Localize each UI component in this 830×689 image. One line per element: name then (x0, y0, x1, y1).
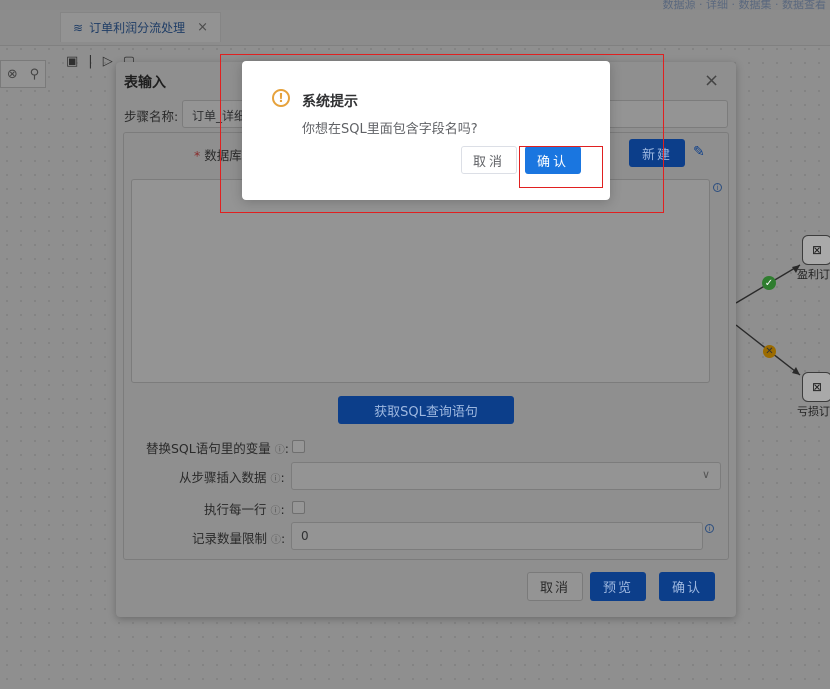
run-icon[interactable]: ▷ (103, 54, 113, 69)
execute-each-row-label: 执行每一行 ⓘ: (204, 502, 285, 517)
limit-label: 记录数量限制 ⓘ: (192, 531, 286, 546)
cancel-button[interactable]: 取消 (527, 572, 583, 601)
preview-button[interactable]: 预览 (590, 572, 646, 601)
chevron-down-icon: ∨ (701, 468, 710, 481)
excel-icon: ⊠ (811, 243, 823, 257)
replace-vars-label: 替换SQL语句里的变量 ⓘ: (146, 441, 289, 456)
tab-label: 订单利润分流处理 (89, 21, 186, 35)
divider: | (88, 53, 93, 69)
highlight-box-dialog (220, 54, 664, 213)
help-icon: ⓘ (270, 474, 281, 485)
limit-value: 0 (301, 529, 309, 543)
confirm-button[interactable]: 确认 (659, 572, 715, 601)
info-icon: i (705, 524, 714, 533)
tab-order-profit[interactable]: ≋ 订单利润分流处理 × (60, 12, 221, 42)
replace-vars-checkbox[interactable] (292, 440, 305, 453)
search-icon[interactable]: ⚲ (30, 67, 40, 82)
hop-arrow-err (792, 367, 800, 375)
insert-from-step-select[interactable]: ∨ (291, 462, 721, 490)
canvas-search[interactable]: ⊗ ⚲ (0, 60, 46, 88)
help-icon: ⓘ (274, 445, 285, 456)
node-profit-label: 盈利订 (797, 268, 830, 281)
dialog-title: 表输入 (124, 75, 166, 91)
node-loss-label: 亏损订 (797, 405, 830, 418)
get-sql-button[interactable]: 获取SQL查询语句 (338, 396, 514, 424)
hop-error-icon[interactable]: ✕ (763, 345, 776, 358)
excel-icon: ⊠ (811, 380, 823, 394)
close-icon[interactable]: × (704, 70, 719, 91)
help-icon: ⓘ (270, 506, 281, 517)
top-strip: 数据源 · 详细 · 数据集 · 数据查看 (0, 0, 830, 11)
required-mark: * (194, 148, 201, 163)
flow-icon: ≋ (73, 20, 84, 35)
node-profit[interactable]: ⊠ (802, 235, 830, 265)
step-name-label: 步骤名称: (124, 109, 179, 124)
clear-icon[interactable]: ⊗ (7, 67, 18, 82)
limit-input[interactable]: 0 (291, 522, 703, 550)
node-loss[interactable]: ⊠ (802, 372, 830, 402)
highlight-box-confirm (519, 146, 603, 188)
save-icon[interactable]: ▣ (66, 54, 78, 69)
info-icon: i (713, 183, 722, 192)
insert-from-step-label: 从步骤插入数据 ⓘ: (179, 470, 285, 485)
hop-ok-icon[interactable]: ✓ (762, 276, 776, 290)
close-icon[interactable]: × (197, 20, 208, 35)
help-icon: ⓘ (271, 535, 281, 546)
wizard-icon[interactable]: ✎ (693, 144, 705, 160)
execute-each-row-checkbox[interactable] (292, 501, 305, 514)
